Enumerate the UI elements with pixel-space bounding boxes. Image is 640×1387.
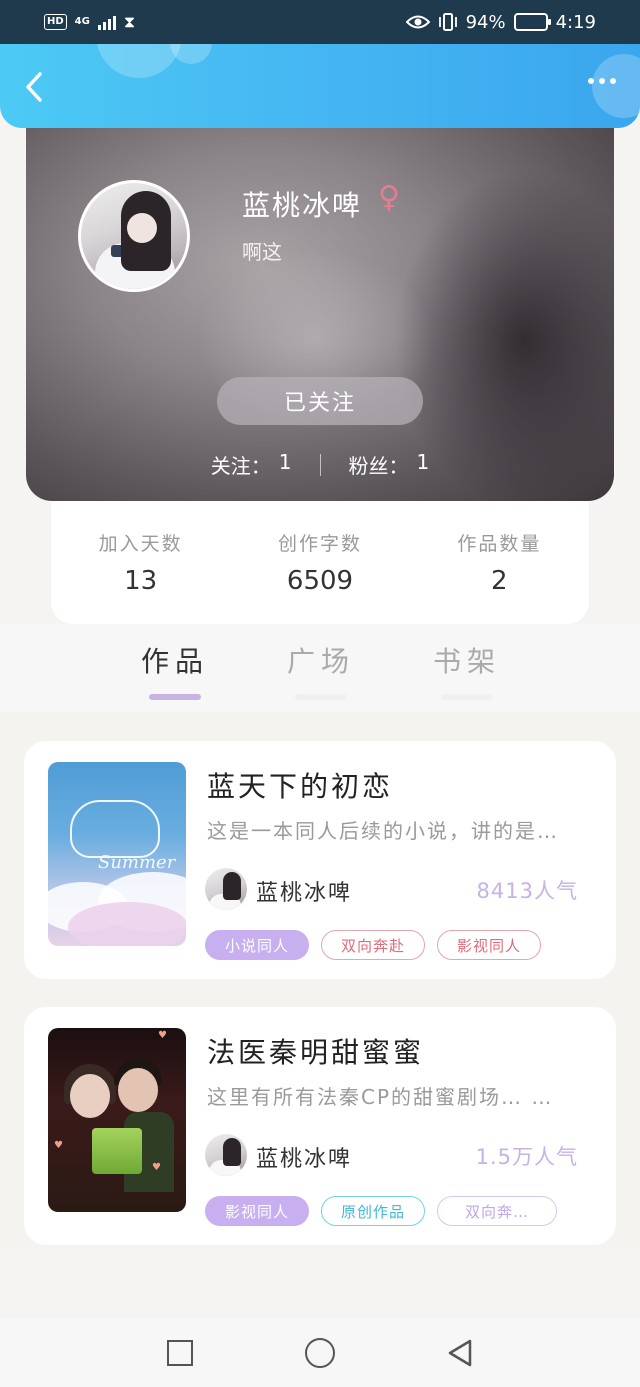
status-left: HD 4G ⧗ (44, 12, 135, 32)
tag[interactable]: 影视同人 (437, 930, 541, 960)
work-description: 这是一本同人后续的小说，讲的是… (207, 819, 559, 843)
stat-word-count: 创作字数 6509 (230, 529, 409, 596)
tag[interactable]: 小说同人 (205, 930, 309, 960)
popularity: 8413人气 (476, 879, 578, 903)
system-back-button[interactable] (445, 1338, 475, 1368)
divider (319, 453, 321, 476)
bubble-decoration (96, 42, 182, 78)
cover-script: Summer (98, 852, 176, 873)
tab-indicator (295, 694, 347, 700)
tag[interactable]: 双向奔… (437, 1196, 557, 1226)
fans-stat[interactable]: 粉丝： 1 (349, 450, 430, 479)
stat-label: 创作字数 (277, 533, 362, 555)
author-avatar (205, 1134, 247, 1176)
tab-works[interactable]: 作品 (120, 640, 230, 700)
recent-apps-button[interactable] (165, 1338, 195, 1368)
circle-icon (305, 1337, 335, 1368)
avatar-hair (223, 872, 241, 900)
tag[interactable]: 影视同人 (205, 1196, 309, 1226)
clock: 4:19 (555, 11, 596, 33)
stat-label: 作品数量 (457, 533, 542, 555)
user-name: 蓝桃冰啤 (242, 189, 363, 222)
stat-value: 6509 (286, 566, 354, 596)
hd-badge: HD (44, 14, 67, 30)
works-list: Summer 蓝天下的初恋 这是一本同人后续的小说，讲的是… 蓝桃冰啤 8413… (0, 712, 640, 1248)
tag[interactable]: 原创作品 (321, 1196, 425, 1226)
fans-label: 粉丝： (348, 454, 409, 478)
work-description: 这里有所有法秦CP的甜蜜剧场… … (207, 1085, 554, 1109)
tab-bar: 作品 广场 书架 (0, 624, 640, 712)
heart-icon: ♥ (158, 1030, 167, 1041)
heart-icon: ♥ (54, 1140, 63, 1151)
cover-figure (118, 1068, 158, 1112)
follow-stats: 关注： 1 粉丝： 1 (26, 450, 614, 479)
tab-indicator (441, 694, 493, 700)
user-bio: 啊这 (242, 240, 282, 264)
avatar-face (127, 213, 157, 243)
more-dot (599, 78, 605, 84)
status-bar: HD 4G ⧗ 94% 4:19 (0, 0, 640, 44)
tag[interactable]: 双向奔赴 (321, 930, 425, 960)
following-label: 关注： (210, 454, 271, 478)
battery-icon (513, 13, 551, 31)
author-name: 蓝桃冰啤 (256, 1147, 353, 1172)
work-title: 蓝天下的初恋 (207, 770, 394, 803)
header-bar (0, 42, 640, 128)
tab-square[interactable]: 广场 (266, 640, 376, 700)
stat-label: 加入天数 (98, 533, 183, 555)
more-dot (610, 78, 616, 84)
heart-icon: ♥ (152, 1162, 161, 1173)
stat-value: 13 (124, 566, 158, 596)
chevron-left-icon (26, 72, 42, 102)
stat-works-count: 作品数量 2 (410, 529, 589, 596)
work-card[interactable]: ♥ ♥ ♥ 法医秦明甜蜜蜜 这里有所有法秦CP的甜蜜剧场… … 蓝桃冰啤 1.5… (24, 1007, 616, 1245)
cover-figure (70, 1074, 110, 1118)
cover-drinks (92, 1128, 142, 1174)
cover-doodle (70, 800, 160, 858)
follow-button[interactable]: 已关注 (217, 377, 423, 425)
vibrate-icon (438, 13, 457, 31)
square-icon (167, 1339, 193, 1366)
tab-label: 书架 (432, 645, 501, 678)
work-cover[interactable]: ♥ ♥ ♥ (48, 1028, 186, 1212)
cover-cloud (68, 902, 186, 946)
eye-icon (405, 15, 430, 29)
author-avatar (205, 868, 247, 910)
back-button[interactable] (20, 70, 50, 104)
stat-value: 2 (491, 566, 508, 596)
bubble-decoration (170, 42, 212, 64)
following-value: 1 (278, 450, 292, 474)
battery-percent: 94% (465, 11, 506, 33)
home-button[interactable] (305, 1337, 335, 1368)
fans-value: 1 (416, 450, 430, 474)
tag-list: 小说同人 双向奔赴 影视同人 (205, 930, 541, 960)
more-button[interactable] (588, 78, 616, 84)
tab-indicator (149, 694, 201, 700)
profile-card: 蓝桃冰啤 ♀ 啊这 已关注 关注： 1 粉丝： 1 (26, 110, 614, 501)
female-icon: ♀ (378, 180, 400, 215)
work-card[interactable]: Summer 蓝天下的初恋 这是一本同人后续的小说，讲的是… 蓝桃冰啤 8413… (24, 741, 616, 979)
profile-avatar[interactable] (78, 180, 190, 292)
tab-bookshelf[interactable]: 书架 (412, 640, 522, 700)
author-name: 蓝桃冰啤 (256, 881, 353, 906)
popularity: 1.5万人气 (475, 1145, 578, 1169)
more-dot (588, 78, 594, 84)
bubble-decoration (592, 54, 640, 118)
avatar-hair (223, 1138, 241, 1166)
status-right: 94% 4:19 (405, 11, 596, 33)
work-title: 法医秦明甜蜜蜜 (207, 1036, 425, 1069)
tab-label: 广场 (286, 645, 355, 678)
hourglass-icon: ⧗ (123, 12, 136, 31)
stat-join-days: 加入天数 13 (51, 529, 230, 596)
tab-label: 作品 (140, 645, 209, 678)
stats-card: 加入天数 13 创作字数 6509 作品数量 2 (51, 501, 589, 624)
tag-list: 影视同人 原创作品 双向奔… (205, 1196, 557, 1226)
work-cover[interactable]: Summer (48, 762, 186, 946)
system-nav-bar (0, 1318, 640, 1387)
triangle-back-icon (448, 1339, 472, 1366)
network-type: 4G (74, 16, 90, 27)
following-stat[interactable]: 关注： 1 (211, 450, 292, 479)
signal-icon (97, 14, 116, 30)
